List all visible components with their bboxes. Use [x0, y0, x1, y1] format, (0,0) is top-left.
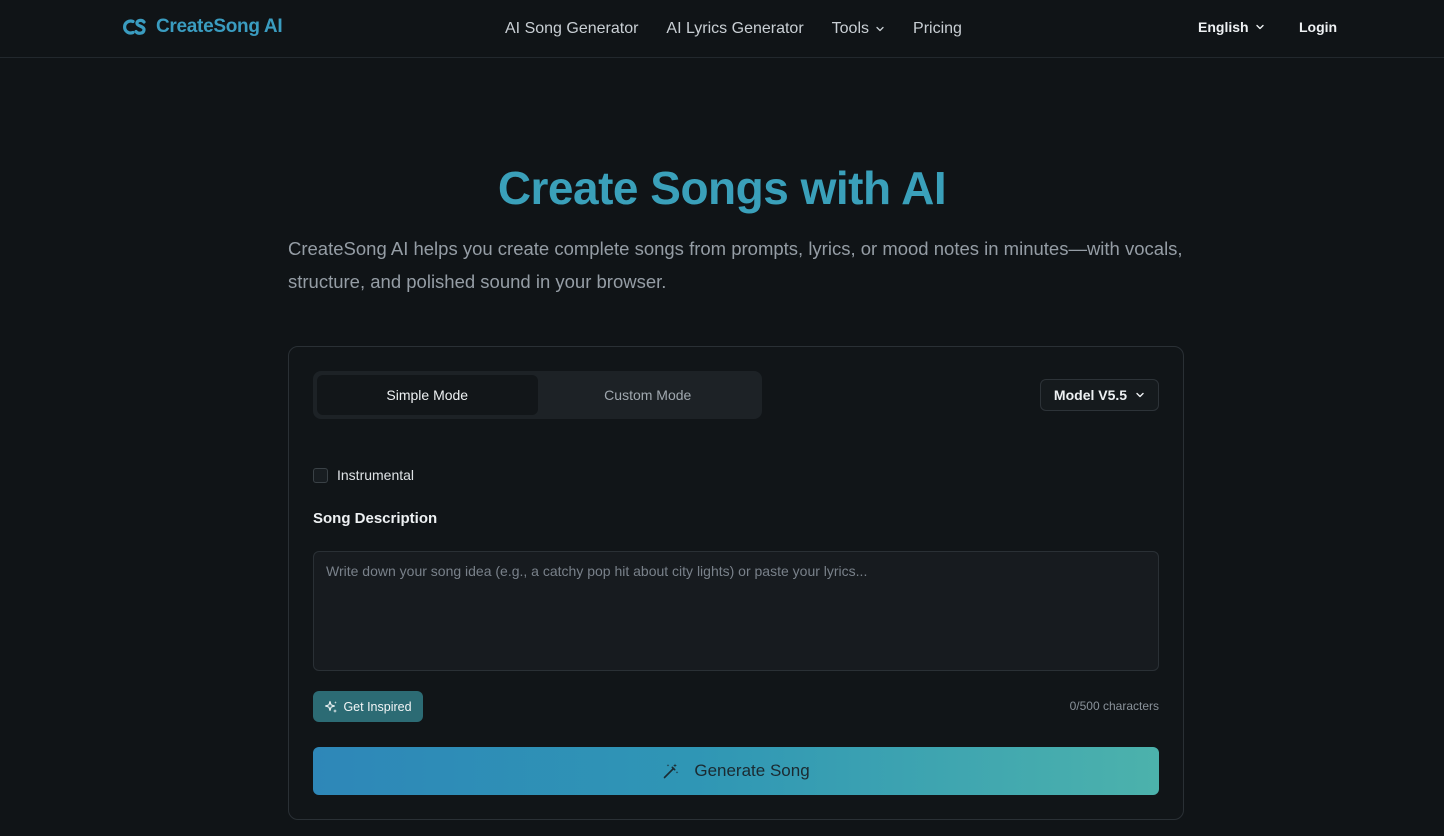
magic-wand-icon — [664, 763, 679, 779]
song-description-input[interactable] — [313, 551, 1159, 671]
tab-custom-mode[interactable]: Custom Mode — [538, 375, 759, 415]
tab-simple-mode[interactable]: Simple Mode — [317, 375, 538, 415]
generate-song-label: Generate Song — [694, 761, 810, 780]
main-nav: AI Song Generator AI Lyrics Generator To… — [505, 0, 962, 58]
nav-pricing[interactable]: Pricing — [913, 20, 962, 38]
logo-text: CreateSong AI — [156, 16, 283, 37]
nav-tools-label: Tools — [831, 20, 870, 37]
chevron-down-icon — [1136, 392, 1144, 398]
nav-tools[interactable]: Tools — [832, 20, 885, 38]
instrumental-toggle[interactable]: Instrumental — [313, 467, 414, 483]
chevron-down-icon — [876, 26, 884, 32]
mode-toggle: Simple Mode Custom Mode — [313, 371, 762, 419]
hero-subtitle: CreateSong AI helps you create complete … — [288, 238, 1183, 292]
generate-song-button[interactable]: Generate Song — [313, 747, 1159, 795]
nav-ai-lyrics-generator[interactable]: AI Lyrics Generator — [666, 20, 803, 38]
song-generator-card: Simple Mode Custom Mode Model V5.5 Instr… — [288, 346, 1184, 820]
language-selector[interactable]: English — [1198, 0, 1265, 54]
character-counter: 0/500 characters — [1069, 699, 1159, 713]
chevron-down-icon — [1255, 24, 1264, 30]
logo[interactable]: CreateSong AI — [122, 14, 283, 40]
page-title: Create Songs with AI — [497, 162, 947, 214]
model-select[interactable]: Model V5.5 — [1040, 379, 1159, 411]
login-button[interactable]: Login — [1299, 0, 1337, 54]
top-navbar: CreateSong AI AI Song Generator AI Lyric… — [0, 0, 1444, 58]
song-description-label: Song Description — [313, 510, 438, 527]
sparkles-icon — [325, 700, 338, 713]
instrumental-checkbox[interactable] — [313, 467, 328, 483]
instrumental-label: Instrumental — [337, 467, 415, 483]
nav-ai-song-generator[interactable]: AI Song Generator — [505, 20, 638, 38]
model-select-label: Model V5.5 — [1053, 387, 1128, 403]
language-label: English — [1198, 19, 1249, 35]
get-inspired-button[interactable]: Get Inspired — [313, 691, 423, 722]
cs-logo-icon — [123, 18, 146, 35]
get-inspired-label: Get Inspired — [343, 699, 412, 714]
